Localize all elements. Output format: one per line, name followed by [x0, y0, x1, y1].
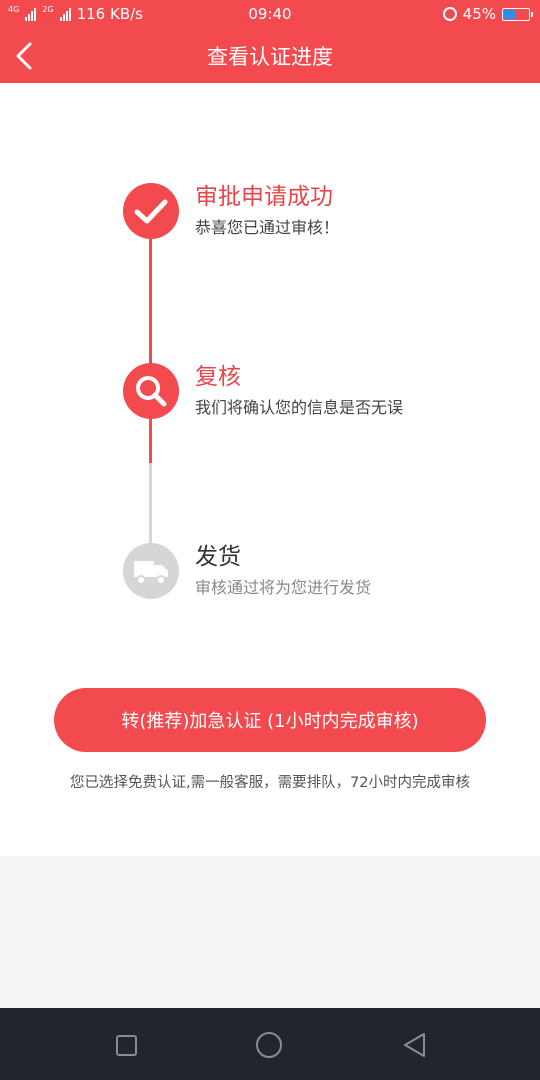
progress-content: 审批申请成功 恭喜您已通过审核！ 复核 我们将确认您的信息是否无误 发货 审核通…: [0, 83, 540, 856]
battery-level: [504, 9, 516, 19]
circle-icon: [256, 1032, 282, 1058]
step-title: 发货: [195, 544, 241, 570]
step-title: 审批申请成功: [195, 184, 333, 210]
square-icon: [116, 1035, 137, 1056]
rotation-lock-icon: [442, 7, 457, 21]
step-done-circle: [123, 183, 179, 239]
search-icon: [136, 376, 167, 407]
recent-apps-button[interactable]: [109, 1028, 143, 1062]
status-bar: 4G 2G 116 KB/s 09:40 45%: [0, 0, 540, 28]
back-nav-button[interactable]: [397, 1028, 431, 1062]
app-header: 4G 2G 116 KB/s 09:40 45% 查看认证进度: [0, 0, 540, 83]
status-right: 45%: [442, 5, 533, 23]
battery-icon: [502, 7, 533, 21]
home-button[interactable]: [252, 1028, 286, 1062]
timeline-line-done: [149, 233, 152, 463]
step-desc: 我们将确认您的信息是否无误: [195, 398, 404, 417]
urgent-certification-button[interactable]: 转(推荐)加急认证 (1小时内完成审核): [54, 688, 486, 752]
step-title: 复核: [195, 364, 241, 390]
step-pending-circle: [123, 543, 179, 599]
page-title: 查看认证进度: [207, 45, 333, 69]
system-nav-bar: [0, 1008, 540, 1080]
step-desc: 审核通过将为您进行发货: [195, 578, 372, 597]
free-certification-note: 您已选择免费认证,需一般客服，需要排队，72小时内完成审核: [69, 775, 471, 791]
step-active-circle: [123, 363, 179, 419]
check-icon: [134, 199, 168, 224]
step-desc: 恭喜您已通过审核！: [195, 218, 340, 237]
battery-percent: 45%: [462, 5, 496, 23]
triangle-back-icon: [404, 1033, 425, 1057]
truck-icon: [134, 561, 168, 585]
